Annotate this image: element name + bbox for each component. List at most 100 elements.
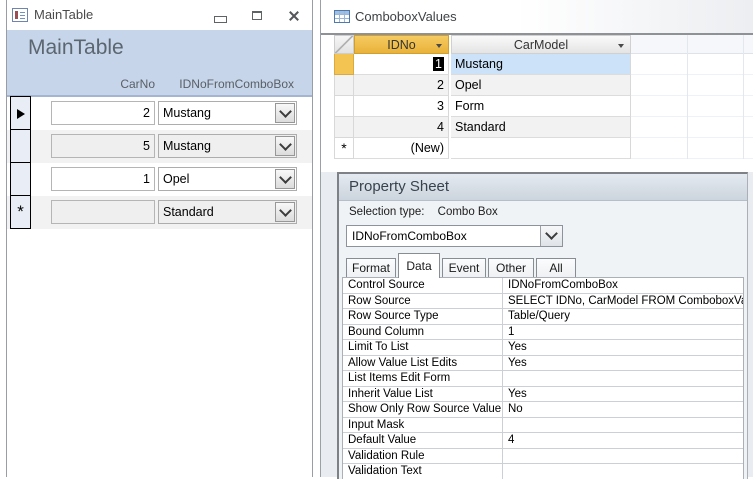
form-header: MainTable CarNo IDNoFromComboBox — [7, 30, 312, 95]
datasheet-header: IDNo CarModel — [321, 35, 753, 54]
maintable-titlebar[interactable]: MainTable — [7, 0, 312, 30]
property-value[interactable] — [503, 418, 743, 433]
property-row: Row Source SELECT IDNo, CarModel FROM Co… — [343, 293, 743, 309]
property-value[interactable]: IDNoFromComboBox — [503, 278, 743, 293]
property-value[interactable]: Yes — [503, 387, 743, 402]
object-selector-combobox[interactable]: IDNoFromComboBox — [346, 225, 563, 247]
current-record-selector[interactable] — [10, 96, 31, 130]
property-value[interactable]: Table/Query — [503, 309, 743, 324]
carmodel-cell[interactable] — [451, 138, 631, 159]
form-new-record-row: * Standard — [7, 195, 312, 229]
carmodel-cell[interactable]: Form — [451, 96, 631, 117]
column-dropdown-icon[interactable] — [436, 44, 442, 48]
idno-cell[interactable]: 3 — [354, 96, 449, 117]
row-selector[interactable] — [334, 54, 354, 75]
carmodel-combobox[interactable]: Mustang — [158, 134, 297, 158]
column-header-label: CarModel — [513, 38, 569, 52]
maintable-form-window: MainTable MainTable CarNo IDNoFromComboB… — [6, 0, 313, 477]
carmodel-cell[interactable]: Mustang — [451, 54, 631, 75]
property-value[interactable] — [503, 371, 743, 386]
combobox-value: Mustang — [163, 106, 211, 120]
carmodel-combobox[interactable]: Mustang — [158, 101, 297, 125]
carmodel-combobox[interactable]: Standard — [158, 200, 297, 224]
property-name: Validation Text — [343, 464, 503, 479]
combobox-dropdown-button[interactable] — [275, 202, 295, 222]
combobox-value: Opel — [163, 172, 190, 186]
idno-cell[interactable]: (New) — [354, 138, 449, 159]
tab-event[interactable]: Event — [442, 258, 486, 278]
new-record-icon: * — [17, 202, 24, 221]
form-record-row: 5 Mustang — [7, 129, 312, 163]
grid-line — [743, 35, 744, 159]
close-icon[interactable] — [284, 8, 304, 25]
column-header-label: IDNo — [387, 38, 416, 52]
restore-icon[interactable] — [247, 8, 267, 25]
comboboxvalues-titlebar[interactable]: ComboboxValues — [321, 0, 753, 35]
grid-line — [687, 35, 688, 159]
empty-header-area — [631, 35, 753, 54]
combobox-dropdown-button[interactable] — [275, 169, 295, 189]
chevron-down-icon — [278, 171, 292, 184]
property-name: Show Only Row Source Value — [343, 402, 503, 417]
minimize-icon[interactable] — [210, 8, 230, 25]
property-value[interactable]: Yes — [503, 356, 743, 371]
property-value[interactable]: 1 — [503, 325, 743, 340]
carmodel-column-header[interactable]: CarModel — [451, 35, 631, 54]
property-row: Default Value 4 — [343, 433, 743, 449]
idno-cell[interactable]: 1 — [354, 54, 449, 75]
carno-field[interactable]: 1 — [51, 167, 155, 191]
property-row: Validation Rule — [343, 448, 743, 464]
new-record-selector[interactable]: * — [334, 138, 354, 159]
tab-data[interactable]: Data — [398, 253, 440, 278]
property-name: Input Mask — [343, 417, 503, 432]
property-value[interactable]: No — [503, 402, 743, 417]
row-selector[interactable] — [334, 117, 354, 138]
carno-field[interactable]: 5 — [51, 134, 155, 158]
property-row: Inherit Value List Yes — [343, 386, 743, 402]
idno-cell[interactable]: 4 — [354, 117, 449, 138]
carno-field[interactable]: 2 — [51, 101, 155, 125]
property-row: Control Source IDNoFromComboBox — [343, 278, 743, 294]
property-row: Bound Column 1 — [343, 324, 743, 340]
combobox-dropdown-button[interactable] — [275, 136, 295, 156]
tab-all[interactable]: All — [536, 258, 576, 278]
new-record-selector[interactable]: * — [10, 195, 31, 229]
idno-cell[interactable]: 2 — [354, 75, 449, 96]
property-value[interactable]: SELECT IDNo, CarModel FROM ComboboxValue — [503, 294, 743, 309]
property-tabs: Format Data Event Other All — [346, 252, 741, 278]
carmodel-cell[interactable]: Standard — [451, 117, 631, 138]
table-icon — [334, 10, 350, 23]
carmodel-cell[interactable]: Opel — [451, 75, 631, 96]
record-selector[interactable] — [10, 162, 31, 196]
column-dropdown-icon[interactable] — [618, 44, 624, 48]
chevron-down-icon — [278, 204, 292, 217]
property-value[interactable]: Yes — [503, 340, 743, 355]
combobox-dropdown-button[interactable] — [275, 103, 295, 123]
combobox-value: Standard — [163, 205, 214, 219]
object-selector-value: IDNoFromComboBox — [352, 229, 467, 243]
carmodel-combobox[interactable]: Opel — [158, 167, 297, 191]
tab-format[interactable]: Format — [346, 258, 396, 278]
comboboxvalues-window: ComboboxValues IDNo CarModel 1 Mustang 2… — [320, 0, 753, 479]
property-value[interactable] — [503, 449, 743, 464]
select-all-cell[interactable] — [334, 35, 354, 54]
form-detail-section: 2 Mustang 5 Mustang 1 Opel * Standard — [7, 95, 312, 477]
datasheet-empty-area — [631, 54, 753, 159]
property-value[interactable]: 4 — [503, 433, 743, 448]
selection-type-label: Selection type: — [349, 206, 425, 218]
combobox-value: Mustang — [163, 139, 211, 153]
record-selector[interactable] — [10, 129, 31, 163]
row-selector[interactable] — [334, 75, 354, 96]
tab-other[interactable]: Other — [488, 258, 534, 278]
combobox-dropdown-button[interactable] — [540, 226, 562, 246]
property-row: Row Source Type Table/Query — [343, 309, 743, 325]
property-value[interactable] — [503, 464, 743, 479]
selected-cell-value: 1 — [433, 57, 444, 71]
property-grid: Control Source IDNoFromComboBox Row Sour… — [342, 277, 744, 479]
row-selector[interactable] — [334, 96, 354, 117]
carno-field[interactable] — [51, 200, 155, 224]
current-record-icon — [16, 109, 25, 119]
idno-column-header[interactable]: IDNo — [354, 35, 449, 54]
carno-column-label: CarNo — [120, 77, 155, 91]
property-sheet-pane: Property Sheet Selection type: Combo Box… — [337, 172, 748, 479]
